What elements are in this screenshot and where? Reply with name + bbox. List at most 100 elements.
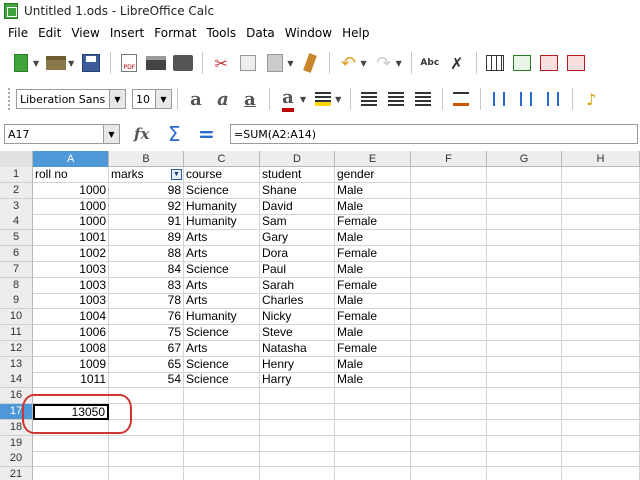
cell-h3[interactable] [562, 198, 640, 215]
cell-f18[interactable] [411, 419, 487, 436]
row-header[interactable]: 13 [0, 356, 33, 373]
cell-h17[interactable] [562, 404, 640, 420]
cell-g5[interactable] [487, 230, 562, 247]
cell-e13[interactable]: Male [335, 356, 411, 373]
center-vertically-button[interactable] [513, 87, 539, 111]
cell-g6[interactable] [487, 246, 562, 262]
cell-g4[interactable] [487, 214, 562, 231]
cell-c9[interactable]: Arts [184, 293, 260, 310]
row-header[interactable]: 18 [0, 419, 33, 436]
headers-button[interactable] [482, 51, 508, 75]
cell-d2[interactable]: Shane [260, 182, 335, 199]
row-header[interactable]: 6 [0, 246, 33, 262]
column-header-a[interactable]: A [33, 151, 109, 167]
cell-h7[interactable] [562, 261, 640, 278]
cell-c4[interactable]: Humanity [184, 214, 260, 231]
autofilter-dropdown-icon[interactable]: ▼ [171, 169, 182, 180]
cell-e1[interactable]: gender [335, 167, 411, 183]
cell-b21[interactable] [109, 467, 184, 480]
cell-a7[interactable]: 1003 [33, 261, 109, 278]
cell-a13[interactable]: 1009 [33, 356, 109, 373]
cell-e18[interactable] [335, 419, 411, 436]
align-bottom-button[interactable] [540, 87, 566, 111]
column-header-c[interactable]: C [184, 151, 260, 167]
cell-c20[interactable] [184, 451, 260, 468]
cell-g2[interactable] [487, 182, 562, 199]
row-header[interactable]: 19 [0, 435, 33, 452]
function-button[interactable]: = [198, 122, 216, 146]
cell-f14[interactable] [411, 372, 487, 389]
cell-g20[interactable] [487, 451, 562, 468]
cell-b5[interactable]: 89 [109, 230, 184, 247]
row-header[interactable]: 4 [0, 214, 33, 231]
cell-e7[interactable]: Male [335, 261, 411, 278]
cell-h18[interactable] [562, 419, 640, 436]
menu-edit[interactable]: Edit [34, 26, 65, 40]
cell-d4[interactable]: Sam [260, 214, 335, 231]
cell-e4[interactable]: Female [335, 214, 411, 231]
cell-d10[interactable]: Nicky [260, 309, 335, 326]
menu-view[interactable]: View [67, 26, 103, 40]
cell-d11[interactable]: Steve [260, 325, 335, 341]
column-header-b[interactable]: B [109, 151, 184, 167]
column-header-f[interactable]: F [411, 151, 487, 167]
menu-file[interactable]: File [4, 26, 32, 40]
cell-c3[interactable]: Humanity [184, 198, 260, 215]
cell-h12[interactable] [562, 340, 640, 357]
function-wizard-button[interactable]: fx [134, 125, 156, 143]
cell-g3[interactable] [487, 198, 562, 215]
cell-a21[interactable] [33, 467, 109, 480]
menu-help[interactable]: Help [338, 26, 373, 40]
cell-e21[interactable] [335, 467, 411, 480]
column-header-d[interactable]: D [260, 151, 335, 167]
cell-h19[interactable] [562, 435, 640, 452]
cell-g12[interactable] [487, 340, 562, 357]
cell-g21[interactable] [487, 467, 562, 480]
chevron-down-icon[interactable]: ▼ [103, 125, 119, 143]
cell-d13[interactable]: Henry [260, 356, 335, 373]
cell-c17[interactable] [184, 404, 260, 420]
cell-e9[interactable]: Male [335, 293, 411, 310]
cell-a17[interactable]: 13050 [33, 404, 109, 420]
menu-format[interactable]: Format [150, 26, 200, 40]
cell-g19[interactable] [487, 435, 562, 452]
export-pdf-button[interactable]: PDF [116, 51, 142, 75]
cell-h1[interactable] [562, 167, 640, 183]
cell-d17[interactable] [260, 404, 335, 420]
clone-formatting-button[interactable] [297, 51, 323, 75]
cell-f7[interactable] [411, 261, 487, 278]
cell-d3[interactable]: David [260, 198, 335, 215]
cell-b17[interactable] [109, 404, 184, 420]
cell-h10[interactable] [562, 309, 640, 326]
row-header[interactable]: 5 [0, 230, 33, 247]
cell-f12[interactable] [411, 340, 487, 357]
cell-d18[interactable] [260, 419, 335, 436]
align-left-button[interactable] [356, 87, 382, 111]
cell-b16[interactable] [109, 388, 184, 405]
cell-e10[interactable]: Female [335, 309, 411, 326]
cell-b14[interactable]: 54 [109, 372, 184, 389]
cell-a4[interactable]: 1000 [33, 214, 109, 231]
cell-e6[interactable]: Female [335, 246, 411, 262]
formula-input[interactable]: =SUM(A2:A14) [230, 124, 638, 144]
row-header[interactable]: 7 [0, 261, 33, 278]
cell-b6[interactable]: 88 [109, 246, 184, 262]
cell-f5[interactable] [411, 230, 487, 247]
underline-button[interactable]: a [237, 87, 263, 111]
cell-h2[interactable] [562, 182, 640, 199]
cell-e20[interactable] [335, 451, 411, 468]
cell-e11[interactable]: Male [335, 325, 411, 341]
cell-a5[interactable]: 1001 [33, 230, 109, 247]
currency-format-button[interactable]: ♪ [578, 87, 604, 111]
spelling-button[interactable]: Abc [417, 51, 443, 75]
cell-f20[interactable] [411, 451, 487, 468]
cell-e3[interactable]: Male [335, 198, 411, 215]
cell-g11[interactable] [487, 325, 562, 341]
cell-d6[interactable]: Dora [260, 246, 335, 262]
row-header[interactable]: 9 [0, 293, 33, 310]
cell-a6[interactable]: 1002 [33, 246, 109, 262]
column-header-h[interactable]: H [562, 151, 640, 167]
row-header[interactable]: 17 [0, 404, 33, 420]
cell-c8[interactable]: Arts [184, 277, 260, 294]
cell-h21[interactable] [562, 467, 640, 480]
